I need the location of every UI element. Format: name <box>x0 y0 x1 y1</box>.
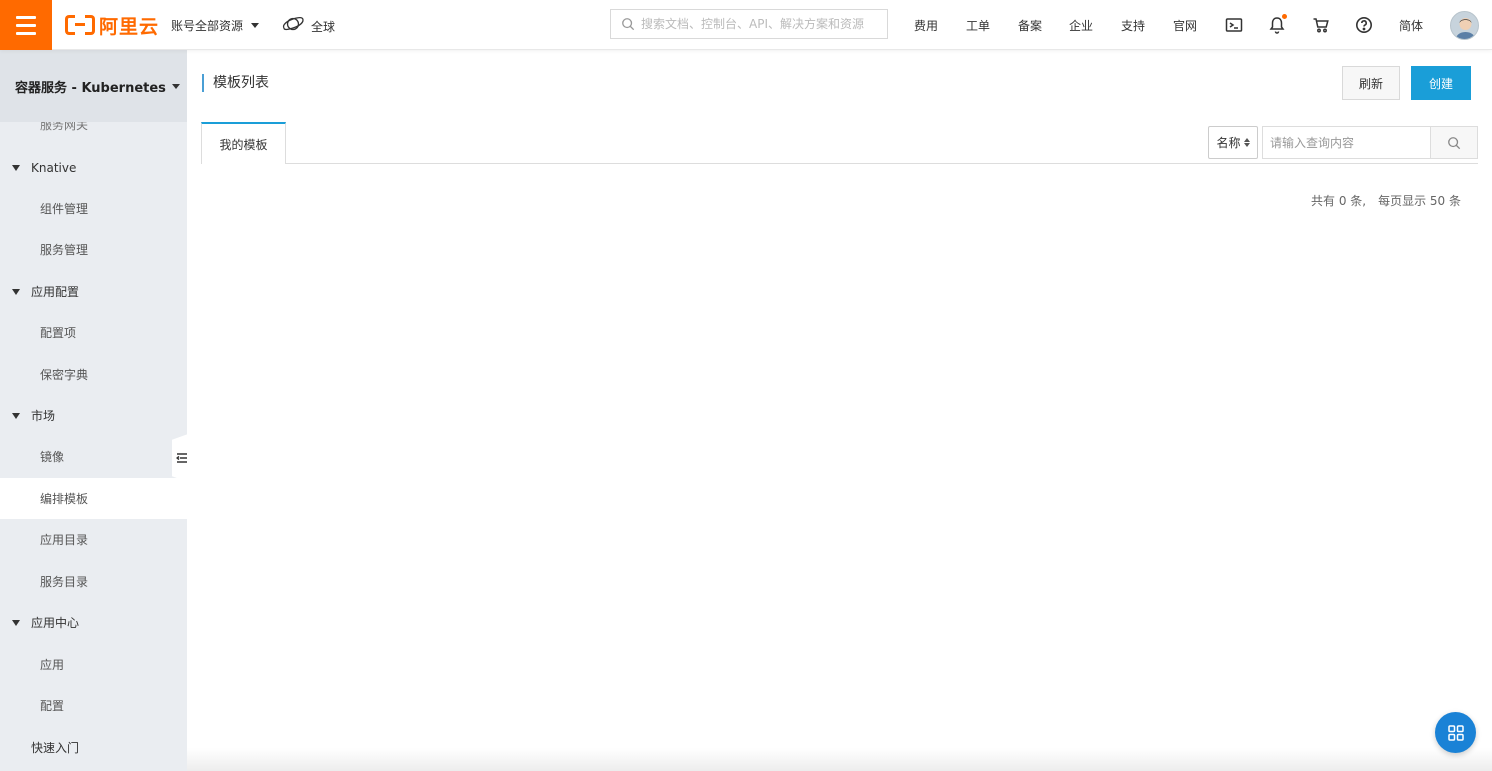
collapse-menu-icon <box>176 453 187 463</box>
tabs-divider <box>201 163 1478 164</box>
triangle-down-icon <box>12 164 20 171</box>
page-size-text: 每页显示 50 条 <box>1378 194 1461 208</box>
search-field-select[interactable]: 名称 <box>1208 126 1258 159</box>
sort-arrows-icon <box>1243 138 1250 147</box>
total-count-text: 共有 0 条, <box>1311 194 1367 208</box>
triangle-down-icon <box>12 288 20 295</box>
notification-dot <box>1282 14 1287 19</box>
sidebar-group-app-center[interactable]: 应用中心 <box>0 602 187 643</box>
sidebar-group-market[interactable]: 市场 <box>0 395 187 436</box>
top-navigation-bar: 阿里云 账号全部资源 全球 费用 工单 备案 企业 支持 官网 <box>0 0 1492 50</box>
sidebar-item-service-catalog[interactable]: 服务目录 <box>0 561 187 602</box>
region-selector[interactable]: 全球 <box>281 12 335 36</box>
sidebar-item-label: 配置项 <box>40 326 77 340</box>
sidebar-collapse-handle[interactable] <box>172 434 187 482</box>
sidebar-item-service-management[interactable]: 服务管理 <box>0 229 187 270</box>
sidebar-item-component-management[interactable]: 组件管理 <box>0 188 187 229</box>
nav-support[interactable]: 支持 <box>1121 0 1145 50</box>
search-field-select-value: 名称 <box>1216 136 1241 150</box>
sidebar: 容器服务 - Kubernetes 服务网关 Knative 组件管理 服务管理… <box>0 50 187 771</box>
product-switcher[interactable]: 容器服务 - Kubernetes <box>0 50 187 122</box>
sidebar-group-label: Knative <box>31 160 77 175</box>
account-resources-dropdown[interactable]: 账号全部资源 <box>171 17 260 34</box>
sidebar-item-images[interactable]: 镜像 <box>0 436 187 477</box>
sidebar-group-app-config[interactable]: 应用配置 <box>0 271 187 312</box>
sidebar-group-label: 市场 <box>31 409 56 423</box>
sidebar-item-label: 服务目录 <box>40 575 89 589</box>
nav-fees[interactable]: 费用 <box>914 0 938 50</box>
sidebar-item-quick-start[interactable]: 快速入门 <box>0 727 187 768</box>
aliyun-logo[interactable]: 阿里云 <box>65 12 159 38</box>
grid-icon <box>1447 724 1464 741</box>
sidebar-item-label: 快速入门 <box>31 741 80 755</box>
bottom-shadow <box>187 748 1492 771</box>
nav-icp[interactable]: 备案 <box>1018 0 1042 50</box>
sidebar-item-label: 应用目录 <box>40 533 89 547</box>
bell-icon[interactable] <box>1266 14 1288 36</box>
nav-official-site[interactable]: 官网 <box>1173 0 1197 50</box>
sidebar-item-orchestration-templates[interactable]: 编排模板 <box>0 478 187 519</box>
caret-down-icon <box>251 23 260 28</box>
sidebar-item-app-catalog[interactable]: 应用目录 <box>0 519 187 560</box>
language-switch[interactable]: 简体 <box>1399 17 1423 34</box>
search-icon <box>1448 136 1461 149</box>
aliyun-logo-mark <box>65 15 95 35</box>
triangle-down-icon <box>12 619 20 626</box>
create-button[interactable]: 创建 <box>1411 66 1471 100</box>
sidebar-item-label: 组件管理 <box>40 202 89 216</box>
nav-item-tickets[interactable]: 工单 <box>966 17 990 34</box>
sidebar-item-secret[interactable]: 保密字典 <box>0 354 187 395</box>
account-resources-label: 账号全部资源 <box>171 19 244 33</box>
terminal-icon[interactable] <box>1223 14 1245 36</box>
nav-item-enterprise[interactable]: 企业 <box>1069 17 1093 34</box>
sidebar-item-label: 保密字典 <box>40 368 89 382</box>
sidebar-item-label: 服务管理 <box>40 243 89 257</box>
sidebar-item-label: 镜像 <box>40 450 65 464</box>
refresh-button[interactable]: 刷新 <box>1342 66 1400 100</box>
help-icon[interactable] <box>1353 14 1375 36</box>
global-search[interactable] <box>610 9 888 39</box>
sidebar-item-label: 应用 <box>40 658 65 672</box>
main-content: 模板列表 刷新 创建 我的模板 名称 共有 0 条, 每页显示 50 条 <box>187 50 1492 771</box>
sidebar-group-label: 应用中心 <box>31 616 80 630</box>
nav-item-official-site[interactable]: 官网 <box>1173 17 1197 34</box>
apps-grid-button[interactable] <box>1435 712 1476 753</box>
tab-my-templates[interactable]: 我的模板 <box>201 122 286 164</box>
sidebar-item-applications[interactable]: 应用 <box>0 644 187 685</box>
nav-item-icp[interactable]: 备案 <box>1018 17 1042 34</box>
caret-down-icon <box>171 83 180 89</box>
query-search-button[interactable] <box>1430 126 1478 159</box>
template-query-input[interactable] <box>1262 126 1431 159</box>
product-title: 容器服务 - Kubernetes <box>15 80 166 96</box>
nav-item-support[interactable]: 支持 <box>1121 17 1145 34</box>
menu-icon[interactable] <box>0 0 52 50</box>
triangle-down-icon <box>12 412 20 419</box>
pagination-info: 共有 0 条, 每页显示 50 条 <box>1311 192 1461 209</box>
sidebar-item-config[interactable]: 配置 <box>0 685 187 726</box>
sidebar-item-label: 配置 <box>40 699 65 713</box>
region-label: 全球 <box>311 19 336 34</box>
nav-item-fees[interactable]: 费用 <box>914 17 938 34</box>
global-search-input[interactable] <box>641 17 881 31</box>
user-avatar[interactable] <box>1450 11 1479 40</box>
page-title: 模板列表 <box>202 74 269 92</box>
sidebar-group-label: 应用配置 <box>31 285 80 299</box>
sidebar-item-configmap[interactable]: 配置项 <box>0 312 187 353</box>
logo-text: 阿里云 <box>99 15 160 38</box>
search-icon <box>622 18 635 31</box>
cart-icon[interactable] <box>1310 14 1332 36</box>
sidebar-item-label: 编排模板 <box>40 492 89 506</box>
planet-icon <box>282 16 304 31</box>
nav-tickets[interactable]: 工单 <box>966 0 990 50</box>
nav-enterprise[interactable]: 企业 <box>1069 0 1093 50</box>
sidebar-group-knative[interactable]: Knative <box>0 147 187 188</box>
